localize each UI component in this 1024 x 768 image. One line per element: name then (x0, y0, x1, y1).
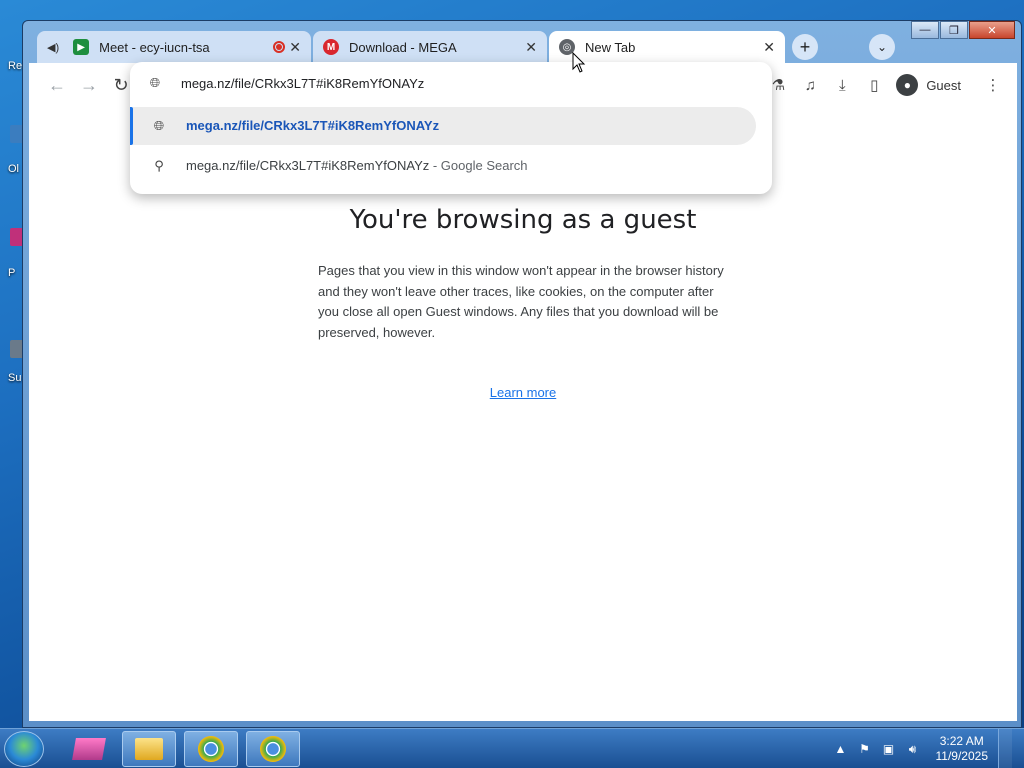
side-panel-icon[interactable]: ▯ (860, 71, 888, 99)
meet-icon: ▶ (73, 39, 90, 55)
learn-more-link[interactable]: Learn more (29, 385, 1017, 400)
clock[interactable]: 3:22 AM 11/9/2025 (936, 734, 989, 764)
tab-strip: ◀) ▶ Meet - ecy-iucn-tsa ✕ M Download - … (37, 31, 1009, 63)
desktop-icon-label: Re (8, 60, 23, 72)
profile-label: Guest (926, 77, 961, 93)
tab-title: Download - MEGA (349, 39, 457, 55)
taskbar-chrome[interactable] (184, 731, 238, 767)
taskbar-app-icon[interactable] (62, 731, 116, 767)
audio-icon[interactable]: ◀) (47, 41, 59, 54)
suggestion-search[interactable]: mega.nz/file/CRkx3L7T#iK8RemYfONAYz - Go… (186, 158, 528, 173)
address-input[interactable]: mega.nz/file/CRkx3L7T#iK8RemYfONAYz (181, 76, 424, 91)
suggestion-text: mega.nz/file/CRkx3L7T#iK8RemYfONAYz (186, 118, 440, 133)
tab-search-button[interactable]: ⌄ (869, 34, 895, 60)
tab-meet[interactable]: ◀) ▶ Meet - ecy-iucn-tsa ✕ (37, 31, 311, 63)
volume-icon[interactable]: 🔊︎ (904, 740, 922, 758)
search-icon: ⚲ (154, 158, 164, 173)
chrome-icon (260, 736, 286, 762)
network-icon[interactable]: ▣ (880, 740, 898, 758)
close-tab-icon[interactable]: ✕ (763, 39, 775, 56)
guest-description: Pages that you view in this window won't… (318, 263, 724, 340)
toolbar-actions: ⚗ ♫ ⤓ ▯ ● Guest ⋮ (760, 71, 1007, 99)
show-hidden-icons-icon[interactable]: ▲ (832, 740, 850, 758)
suggestion-url[interactable]: 🌐︎ mega.nz/file/CRkx3L7T#iK8RemYfONAYz (130, 107, 756, 145)
profile-button[interactable]: ● Guest (894, 72, 969, 98)
show-desktop-button[interactable] (998, 729, 1012, 768)
new-tab-button[interactable]: + (792, 34, 818, 60)
desktop-icon-label: P (8, 267, 16, 279)
page-title: You're browsing as a guest (349, 205, 697, 235)
app-icon (72, 738, 106, 760)
taskbar-explorer[interactable] (122, 731, 176, 767)
media-controls-icon[interactable]: ♫ (796, 71, 824, 99)
suggestion-suffix: - Google Search (429, 158, 528, 173)
close-tab-icon[interactable]: ✕ (289, 39, 301, 56)
suggestion-text: mega.nz/file/CRkx3L7T#iK8RemYfONAYz (186, 158, 430, 173)
system-tray: ▲ ⚑ ▣ 🔊︎ 3:22 AM 11/9/2025 (832, 729, 1012, 768)
address-bar[interactable]: 🌐︎ mega.nz/file/CRkx3L7T#iK8RemYfONAYz (130, 62, 772, 104)
clock-time: 3:22 AM (939, 734, 984, 748)
avatar-icon: ● (896, 74, 919, 96)
mouse-cursor-icon (572, 52, 586, 73)
recording-icon (273, 41, 285, 53)
globe-icon: 🌐︎ (149, 75, 161, 90)
start-button[interactable] (4, 731, 44, 767)
clock-date: 11/9/2025 (935, 749, 989, 763)
desktop-edge: Re Ol P Su (0, 0, 24, 728)
guest-page: You're browsing as a guest Pages that yo… (29, 107, 1017, 721)
chrome-icon (198, 736, 224, 762)
folder-icon (135, 738, 163, 760)
download-icon[interactable]: ⤓ (828, 71, 856, 99)
globe-icon: 🌐︎ (153, 118, 165, 133)
back-button[interactable]: ← (45, 73, 69, 97)
taskbar: ▲ ⚑ ▣ 🔊︎ 3:22 AM 11/9/2025 (0, 728, 1024, 768)
mega-icon: M (323, 39, 339, 55)
taskbar-chrome[interactable] (246, 731, 300, 767)
menu-icon[interactable]: ⋮ (979, 71, 1007, 99)
tab-mega[interactable]: M Download - MEGA ✕ (313, 31, 547, 63)
omnibox-dropdown: 🌐︎ mega.nz/file/CRkx3L7T#iK8RemYfONAYz 🌐… (130, 62, 772, 194)
forward-button[interactable]: → (77, 73, 101, 97)
desktop-icon-label: Ol (8, 163, 19, 175)
selection-indicator (130, 107, 133, 145)
close-tab-icon[interactable]: ✕ (525, 39, 537, 56)
action-center-icon[interactable]: ⚑ (856, 740, 874, 758)
tab-title: Meet - ecy-iucn-tsa (99, 39, 210, 55)
desktop-icon-label: Su (8, 372, 22, 384)
tab-title: New Tab (585, 39, 636, 55)
